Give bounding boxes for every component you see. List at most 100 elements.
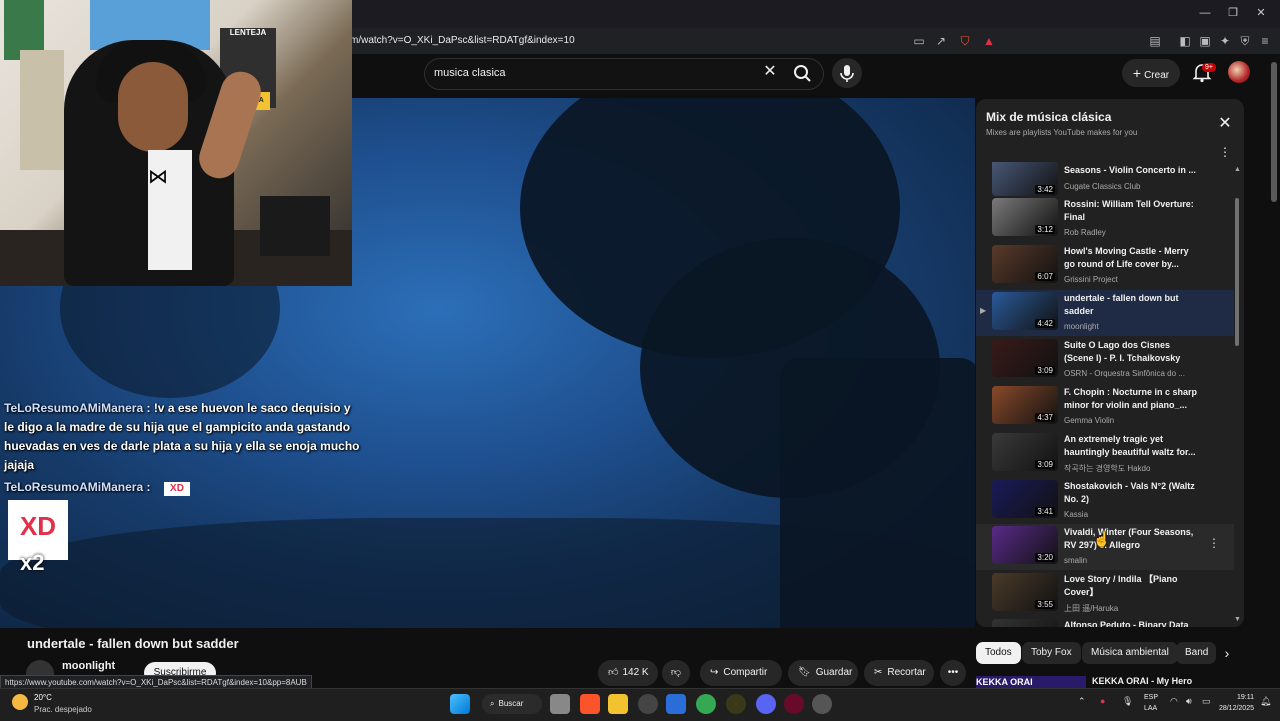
chip-toby-fox[interactable]: Toby Fox bbox=[1022, 642, 1081, 664]
video-title: undertale - fallen down but sadder bbox=[27, 636, 239, 651]
discord-icon[interactable] bbox=[756, 694, 776, 714]
file-explorer-icon[interactable] bbox=[608, 694, 628, 714]
vpn-icon[interactable]: ⛨ bbox=[1236, 32, 1254, 50]
tray-app-icon[interactable]: ● bbox=[1100, 696, 1105, 706]
maximize-button[interactable]: ❐ bbox=[1226, 6, 1240, 20]
volume-icon[interactable]: 🔊︎ bbox=[1186, 696, 1192, 707]
playlist-item-channel: Grissini Project bbox=[1064, 275, 1118, 284]
thumbs-down-icon: 👎︎ bbox=[670, 667, 682, 678]
weather-temp[interactable]: 20°C bbox=[34, 693, 52, 702]
close-window-button[interactable]: ✕ bbox=[1254, 6, 1268, 20]
video-thumbnail: 4:37 bbox=[992, 386, 1058, 424]
sidebar-icon[interactable]: ◧ bbox=[1176, 32, 1194, 50]
playlist-item-title: Shostakovich - Vals N°2 (Waltz No. 2) bbox=[1064, 481, 1195, 504]
playlist-item[interactable]: 3:09 Suite O Lago dos Cisnes (Scene I) -… bbox=[976, 337, 1234, 383]
wifi-icon[interactable]: ◠ bbox=[1170, 696, 1178, 707]
playlist-item-current[interactable]: ▶ 4:42 undertale - fallen down but sadde… bbox=[976, 290, 1234, 336]
app-icon[interactable] bbox=[726, 694, 746, 714]
minimize-button[interactable]: — bbox=[1198, 6, 1212, 20]
playlist-item-channel: Rob Radley bbox=[1064, 228, 1106, 237]
clear-search-icon[interactable]: ✕ bbox=[760, 62, 780, 82]
media-player-icon[interactable] bbox=[812, 694, 832, 714]
share-label: Compartir bbox=[723, 667, 768, 678]
url-text[interactable]: m/watch?v=O_XKi_DaPsc&list=RDATgf&index=… bbox=[350, 28, 575, 54]
brave-shield-icon[interactable]: ⛉ bbox=[956, 32, 974, 50]
next-video-thumbnail[interactable]: KEKKA ORAI bbox=[976, 676, 1086, 688]
account-avatar[interactable] bbox=[1228, 61, 1250, 83]
now-playing-icon: ▶ bbox=[980, 306, 987, 315]
chip-band[interactable]: Band bbox=[1176, 642, 1216, 664]
close-playlist-icon[interactable]: ✕ bbox=[1216, 115, 1234, 133]
playlist-item-title: Alfonso Peduto - Binary Data IV bbox=[1064, 620, 1189, 627]
wallet-icon[interactable]: ▣ bbox=[1196, 32, 1214, 50]
playlist-item[interactable]: 6:07 Howl's Moving Castle - Merry go rou… bbox=[976, 243, 1234, 289]
cast-icon[interactable]: ▭ bbox=[910, 32, 928, 50]
playlist-item-title: undertale - fallen down but sadder bbox=[1064, 293, 1179, 316]
chip-all[interactable]: Todos bbox=[976, 642, 1021, 664]
chrome-icon[interactable] bbox=[696, 694, 716, 714]
playlist-item-title: F. Chopin : Nocturne in c sharp minor fo… bbox=[1064, 387, 1198, 410]
like-button[interactable]: 👍︎ 142 K bbox=[598, 660, 658, 686]
xd-emote-multiplier: x2 bbox=[20, 550, 45, 575]
notification-center-icon[interactable]: 🔔︎ bbox=[1260, 696, 1271, 707]
chat-message: huevadas en ves de darle plata a su hija… bbox=[4, 439, 359, 453]
chat-message: le digo a la madre de su hija que el gam… bbox=[4, 420, 350, 434]
playlist-item[interactable]: 3:12 Rossini: William Tell Overture: Fin… bbox=[976, 196, 1234, 242]
windows-start-icon[interactable] bbox=[450, 694, 470, 714]
microphone-icon[interactable] bbox=[832, 58, 862, 88]
rewards-icon[interactable]: ▲ bbox=[980, 32, 998, 50]
playlist-item[interactable]: 3:55 Love Story / Indila 【Piano Cover】 上… bbox=[976, 571, 1234, 617]
chevron-right-icon[interactable]: › bbox=[1218, 644, 1236, 662]
chat-text: : !v a ese huevon le saco dequisio y bbox=[146, 401, 351, 415]
playlist-item[interactable]: Alfonso Peduto - Binary Data IV bbox=[976, 617, 1234, 627]
more-actions-button[interactable]: ••• bbox=[940, 660, 966, 686]
item-more-icon[interactable]: ⋮ bbox=[1208, 536, 1220, 550]
next-video-title[interactable]: KEKKA ORAI - My Hero bbox=[1092, 676, 1192, 686]
tray-chevron-icon[interactable]: ⌃ bbox=[1078, 696, 1086, 707]
create-label: Crear bbox=[1144, 70, 1170, 81]
scroll-up-icon[interactable]: ▲ bbox=[1234, 166, 1241, 173]
scissors-icon: ✂ bbox=[874, 667, 883, 678]
duration-badge: 3:09 bbox=[1035, 366, 1055, 375]
microphone-tray-icon[interactable]: 🎙︎ bbox=[1122, 696, 1133, 707]
video-thumbnail: 3:12 bbox=[992, 198, 1058, 236]
taskbar-search-label: Buscar bbox=[498, 699, 524, 708]
playlist-item[interactable]: 4:37 F. Chopin : Nocturne in c sharp min… bbox=[976, 384, 1234, 430]
create-button[interactable]: + Crear bbox=[1122, 59, 1180, 87]
playlist-scrollbar[interactable] bbox=[1235, 198, 1239, 346]
menu-icon[interactable]: ≡ bbox=[1256, 32, 1274, 50]
playlist-item[interactable]: 3:42 Seasons - Violin Concerto in ... Cu… bbox=[976, 162, 1234, 196]
taskbar-search[interactable]: ⌕ Buscar bbox=[482, 694, 542, 714]
brave-browser-icon[interactable] bbox=[580, 694, 600, 714]
dislike-button[interactable]: 👎︎ bbox=[662, 660, 690, 686]
weather-desc[interactable]: Prac. despejado bbox=[34, 705, 92, 714]
app-icon[interactable] bbox=[638, 694, 658, 714]
clip-button[interactable]: ✂ Recortar bbox=[864, 660, 934, 686]
playlist-item[interactable]: 3:41 Shostakovich - Vals N°2 (Waltz No. … bbox=[976, 478, 1234, 524]
task-view-icon[interactable] bbox=[550, 694, 570, 714]
store-icon[interactable] bbox=[666, 694, 686, 714]
search-icon[interactable] bbox=[788, 60, 816, 86]
input-layout[interactable]: LAA bbox=[1144, 705, 1157, 712]
scroll-down-icon[interactable]: ▼ bbox=[1234, 616, 1241, 623]
clock-date[interactable]: 28/12/2025 bbox=[1214, 705, 1254, 712]
share-page-icon[interactable]: ↗ bbox=[932, 32, 950, 50]
channel-name[interactable]: moonlight bbox=[62, 660, 115, 672]
playlist-item-channel: smalin bbox=[1064, 556, 1088, 565]
reader-icon[interactable]: ▤ bbox=[1146, 32, 1164, 50]
playlist-item[interactable]: 3:09 An extremely tragic yet hauntingly … bbox=[976, 431, 1234, 477]
clock-time[interactable]: 19:11 bbox=[1214, 694, 1254, 701]
video-thumbnail: 3:09 bbox=[992, 339, 1058, 377]
playlist-item-title: Vivaldi, Winter (Four Seasons, RV 297) 3… bbox=[1064, 527, 1194, 550]
battery-icon[interactable]: ▭ bbox=[1202, 696, 1211, 707]
playlist-more-icon[interactable]: ⋮ bbox=[1218, 145, 1232, 161]
chip-ambient-music[interactable]: Música ambiental bbox=[1082, 642, 1178, 664]
page-scrollbar[interactable] bbox=[1271, 62, 1277, 202]
input-language[interactable]: ESP bbox=[1144, 694, 1158, 701]
search-input[interactable]: musica clasica bbox=[434, 58, 506, 88]
weather-icon[interactable] bbox=[12, 694, 28, 710]
save-button[interactable]: 🔖︎ Guardar bbox=[788, 660, 858, 686]
leo-ai-icon[interactable]: ✦ bbox=[1216, 32, 1234, 50]
opera-icon[interactable] bbox=[784, 694, 804, 714]
share-button[interactable]: ↪ Compartir bbox=[700, 660, 782, 686]
